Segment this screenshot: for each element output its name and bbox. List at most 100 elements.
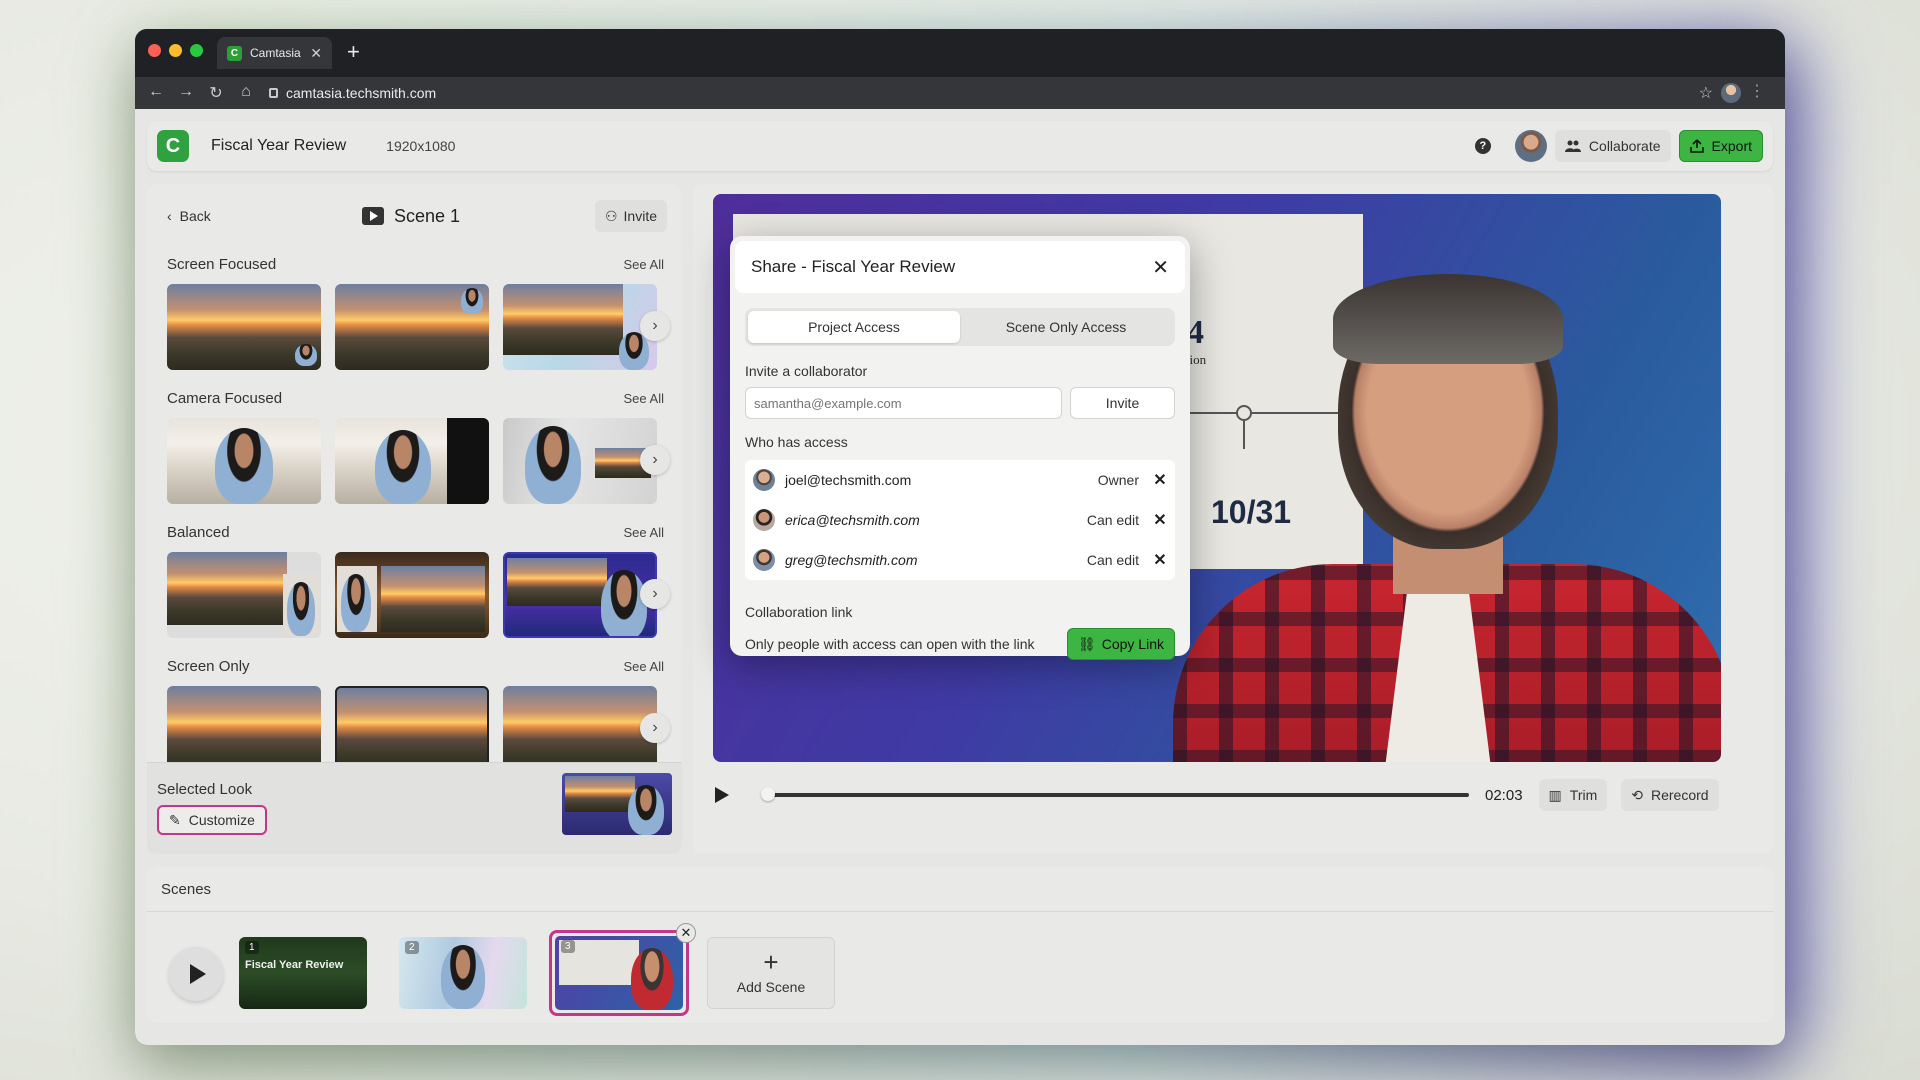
- reload-icon[interactable]: ↻: [201, 83, 231, 103]
- home-icon[interactable]: ⌂: [231, 83, 261, 103]
- avatar: [753, 549, 775, 571]
- collaboration-link-description: Only people with access can open with th…: [745, 636, 1035, 652]
- scene-number: 3: [561, 940, 575, 953]
- export-button[interactable]: Export: [1678, 130, 1763, 162]
- bookmark-star-icon[interactable]: ☆: [1699, 83, 1713, 103]
- address-bar: ← → ↻ ⌂ camtasia.techsmith.com ☆ ⋮: [135, 77, 1785, 109]
- add-scene-label: Add Scene: [736, 979, 806, 995]
- look-thumbnail[interactable]: [167, 686, 321, 772]
- close-window-button[interactable]: [148, 44, 161, 57]
- duration-time: 02:03: [1485, 786, 1523, 804]
- copy-link-button[interactable]: ⛓ Copy Link: [1066, 628, 1175, 660]
- play-all-button[interactable]: [169, 947, 223, 1001]
- look-thumbnail[interactable]: [335, 552, 489, 638]
- back-button[interactable]: ‹ Back: [167, 208, 211, 224]
- play-icon: [190, 964, 206, 984]
- close-tab-icon[interactable]: ✕: [310, 45, 322, 62]
- upload-icon: [1689, 139, 1704, 153]
- browser-menu-icon[interactable]: ⋮: [1749, 81, 1765, 101]
- modal-invite-button[interactable]: Invite: [1070, 387, 1175, 419]
- see-all-link[interactable]: See All: [624, 659, 664, 674]
- help-icon[interactable]: ?: [1474, 138, 1491, 154]
- scene-card-title: Fiscal Year Review: [245, 959, 344, 971]
- email-input[interactable]: [745, 387, 1062, 419]
- rerecord-button[interactable]: ⟲ Rerecord: [1621, 779, 1719, 811]
- looks-panel-header: ‹ Back Scene 1 ⚇ Invite: [157, 194, 672, 238]
- chevron-right-icon[interactable]: ›: [640, 713, 670, 743]
- section-title: Screen Focused: [167, 255, 277, 273]
- add-scene-button[interactable]: + Add Scene: [707, 937, 835, 1009]
- profile-avatar[interactable]: [1721, 83, 1741, 103]
- selected-look-label: Selected Look: [157, 781, 253, 798]
- access-row: erica@techsmith.com Can edit ✕: [745, 500, 1175, 540]
- avatar: [753, 469, 775, 491]
- scenes-title: Scenes: [161, 881, 212, 898]
- minimize-window-button[interactable]: [169, 44, 182, 57]
- look-thumbnail[interactable]: [335, 284, 489, 370]
- access-role[interactable]: Can edit: [1087, 552, 1139, 568]
- tab-scene-only-access[interactable]: Scene Only Access: [960, 311, 1172, 343]
- section-title: Screen Only: [167, 657, 250, 675]
- chevron-right-icon[interactable]: ›: [640, 311, 670, 341]
- chevron-left-icon: ‹: [167, 208, 172, 224]
- app-topbar: C Fiscal Year Review 1920x1080 ? Collabo…: [147, 121, 1773, 171]
- trim-button[interactable]: ▥ Trim: [1538, 779, 1608, 811]
- new-tab-icon[interactable]: +: [347, 39, 360, 65]
- look-thumbnail[interactable]: [503, 418, 657, 504]
- access-role[interactable]: Can edit: [1087, 512, 1139, 528]
- tab-project-access[interactable]: Project Access: [748, 311, 960, 343]
- see-all-link[interactable]: See All: [624, 525, 664, 540]
- customize-button[interactable]: ✎ Customize: [157, 805, 267, 835]
- tab-title: Camtasia: [250, 46, 301, 60]
- export-label: Export: [1711, 138, 1752, 154]
- forward-arrow-icon[interactable]: →: [171, 83, 201, 103]
- scene-card-3-selected[interactable]: 3 ✕: [549, 923, 696, 1016]
- playback-controls: 02:03 ▥ Trim ⟲ Rerecord: [713, 779, 1753, 811]
- access-list: joel@techsmith.com Owner ✕ erica@techsmi…: [745, 460, 1175, 580]
- user-avatar[interactable]: [1514, 130, 1547, 162]
- maximize-window-button[interactable]: [190, 44, 203, 57]
- back-label: Back: [179, 208, 211, 224]
- scene-number: 2: [405, 941, 419, 954]
- access-email: greg@techsmith.com: [785, 552, 918, 568]
- invite-button[interactable]: ⚇ Invite: [594, 200, 667, 232]
- scene-card-2[interactable]: 2: [399, 937, 527, 1009]
- rerecord-label: Rerecord: [1650, 787, 1709, 803]
- look-thumbnail[interactable]: [167, 552, 321, 638]
- see-all-link[interactable]: See All: [624, 391, 664, 406]
- project-title[interactable]: Fiscal Year Review: [211, 137, 346, 155]
- collaboration-link-label: Collaboration link: [745, 604, 853, 620]
- access-email: erica@techsmith.com: [785, 512, 920, 528]
- avatar: [753, 509, 775, 531]
- url-field[interactable]: camtasia.techsmith.com: [269, 85, 436, 101]
- look-thumbnail[interactable]: [167, 284, 321, 370]
- play-icon[interactable]: [715, 787, 729, 803]
- scene-number: 1: [245, 941, 259, 954]
- camtasia-favicon-icon: C: [227, 45, 242, 61]
- look-thumbnail[interactable]: [503, 686, 657, 772]
- chevron-right-icon[interactable]: ›: [640, 445, 670, 475]
- close-icon[interactable]: ✕: [1152, 255, 1169, 280]
- collaborate-button[interactable]: Collaborate: [1554, 130, 1671, 162]
- look-thumbnail[interactable]: [503, 284, 657, 370]
- scene-title-text: Scene 1: [394, 205, 461, 226]
- see-all-link[interactable]: See All: [624, 257, 664, 272]
- look-thumbnail[interactable]: [335, 686, 489, 772]
- look-thumbnail[interactable]: [335, 418, 489, 504]
- look-thumbnail[interactable]: [167, 418, 321, 504]
- delete-scene-icon[interactable]: ✕: [676, 923, 696, 943]
- look-thumbnail[interactable]: [503, 552, 657, 638]
- browser-tab[interactable]: C Camtasia ✕: [217, 37, 332, 69]
- collaborate-label: Collaborate: [1588, 138, 1661, 154]
- trim-label: Trim: [1569, 787, 1598, 803]
- scrubber-track[interactable]: [761, 787, 1469, 801]
- project-resolution: 1920x1080: [386, 138, 456, 154]
- access-role[interactable]: Owner: [1098, 472, 1139, 488]
- back-arrow-icon[interactable]: ←: [141, 83, 171, 103]
- remove-access-icon[interactable]: ✕: [1153, 470, 1167, 490]
- scene-card-1[interactable]: 1 Fiscal Year Review: [239, 937, 367, 1009]
- remove-access-icon[interactable]: ✕: [1153, 510, 1167, 530]
- chevron-right-icon[interactable]: ›: [640, 579, 670, 609]
- section-camera-focused: Camera Focused See All ›: [167, 388, 670, 504]
- remove-access-icon[interactable]: ✕: [1153, 550, 1167, 570]
